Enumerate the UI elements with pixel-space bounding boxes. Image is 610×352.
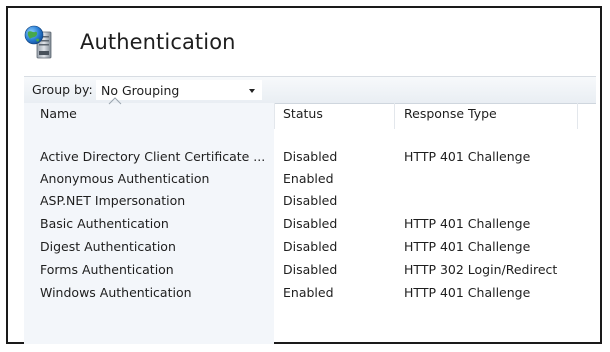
table-row[interactable]: Windows Authentication Enabled HTTP 401 … xyxy=(24,282,596,304)
row-status: Enabled xyxy=(283,171,334,186)
row-response-type: HTTP 401 Challenge xyxy=(404,285,531,300)
row-status: Disabled xyxy=(283,216,338,231)
column-header-response-type[interactable]: Response Type xyxy=(404,103,589,125)
column-divider[interactable] xyxy=(577,103,578,129)
window-frame: Authentication Group by: No Grouping Nam… xyxy=(6,6,602,344)
row-response-type: HTTP 302 Login/Redirect xyxy=(404,262,558,277)
features-list: Name Status Response Type Active Directo… xyxy=(24,97,596,344)
row-name: Forms Authentication xyxy=(40,262,174,277)
row-name: Active Directory Client Certificate ... xyxy=(40,149,266,164)
chevron-down-icon xyxy=(249,89,255,93)
column-divider[interactable] xyxy=(274,103,275,129)
row-status: Disabled xyxy=(283,239,338,254)
row-name: Windows Authentication xyxy=(40,285,192,300)
server-globe-icon xyxy=(24,25,52,59)
row-name: ASP.NET Impersonation xyxy=(40,193,186,208)
row-response-type: HTTP 401 Challenge xyxy=(404,216,531,231)
table-row[interactable]: Active Directory Client Certificate ... … xyxy=(24,146,596,168)
row-status: Disabled xyxy=(283,149,338,164)
row-status: Enabled xyxy=(283,285,334,300)
table-row[interactable]: Digest Authentication Disabled HTTP 401 … xyxy=(24,236,596,258)
group-by-value: No Grouping xyxy=(101,83,180,98)
row-response-type: HTTP 401 Challenge xyxy=(404,149,531,164)
table-row[interactable]: Basic Authentication Disabled HTTP 401 C… xyxy=(24,213,596,235)
table-row[interactable]: Anonymous Authentication Enabled xyxy=(24,168,596,190)
row-response-type: HTTP 401 Challenge xyxy=(404,239,531,254)
row-name: Anonymous Authentication xyxy=(40,171,210,186)
page-title: Authentication xyxy=(80,30,236,54)
page-header: Authentication xyxy=(22,22,236,62)
table-row[interactable]: ASP.NET Impersonation Disabled xyxy=(24,190,596,212)
table-row[interactable]: Forms Authentication Disabled HTTP 302 L… xyxy=(24,259,596,281)
row-name: Basic Authentication xyxy=(40,216,169,231)
group-by-label: Group by: xyxy=(32,82,93,97)
column-header-name[interactable]: Name xyxy=(40,103,270,125)
row-status: Disabled xyxy=(283,193,338,208)
column-header-status[interactable]: Status xyxy=(283,103,383,125)
row-status: Disabled xyxy=(283,262,338,277)
column-divider[interactable] xyxy=(394,103,395,129)
row-name: Digest Authentication xyxy=(40,239,176,254)
